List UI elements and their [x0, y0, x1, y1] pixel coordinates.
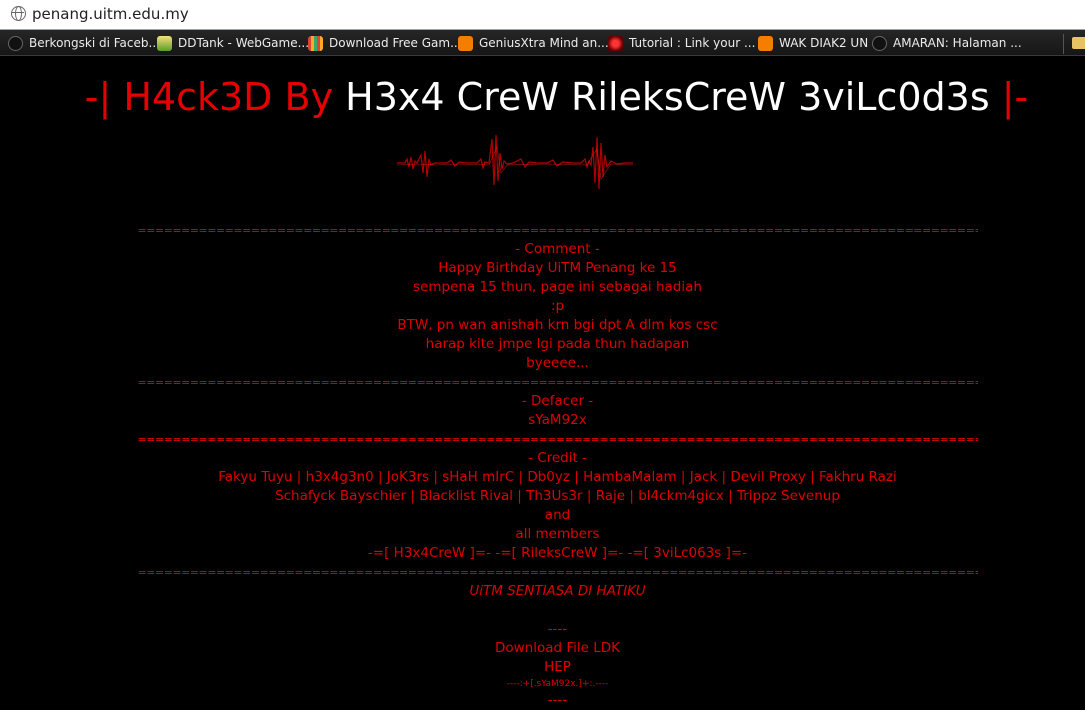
credit-heading: - Credit - [528, 450, 587, 466]
crew-tags: -=[ H3x4CreW ]=- -=[ RileksCreW ]=- -=[ … [367, 545, 748, 561]
url-text[interactable]: penang.uitm.edu.my [32, 5, 189, 23]
comment-line: byeeee... [526, 355, 589, 371]
blogger-icon [458, 35, 473, 51]
bookmark-ddtank[interactable]: DDTank - WebGame... [157, 34, 309, 52]
hep-link[interactable]: HEP [0, 658, 1085, 677]
separator-line: ========================================… [137, 566, 978, 579]
heartbeat-graphic [397, 134, 633, 190]
blogger-icon [758, 35, 773, 51]
page-title: -| H4ck3D By H3x4 CreW RileksCreW 3viLc0… [0, 70, 1085, 124]
bookmark-label: Download Free Gam... [329, 36, 462, 50]
separator-line: ========================================… [137, 224, 978, 237]
comment-line: harap kite jmpe lgi pada thun hadapan [425, 336, 690, 352]
credit-line: and [544, 507, 571, 523]
bookmark-label: WAK DIAK2 UN [779, 36, 869, 50]
dashes-text: ---- [547, 692, 568, 708]
comment-section: ========================================… [0, 221, 1085, 710]
title-end-mark: |- [1001, 75, 1029, 119]
bookmarks-divider [1063, 34, 1064, 54]
bookmark-download-free-games[interactable]: Download Free Gam... [308, 34, 462, 52]
bookmark-tutorial[interactable]: Tutorial : Link your ... [608, 34, 755, 52]
separator-line: ========================================… [137, 433, 978, 446]
bookmarks-bar: Berkongski di Faceb... DDTank - WebGame.… [0, 30, 1085, 56]
bookmark-label: Berkongski di Faceb... [29, 36, 160, 50]
separator-line: ========================================… [137, 376, 978, 389]
bookmark-label: AMARAN: Halaman ... [893, 36, 1022, 50]
comment-line: sempena 15 thun, page ini sebagai hadiah [413, 279, 702, 295]
comment-line: Happy Birthday UiTM Penang ke 15 [438, 260, 677, 276]
comment-line: :p [550, 298, 565, 314]
tutorial-icon [608, 35, 623, 51]
bookmark-berkongski[interactable]: Berkongski di Faceb... [8, 34, 160, 52]
defacer-name: sYaM92x [528, 412, 587, 428]
bookmark-geniusxtra[interactable]: GeniusXtra Mind an... [458, 34, 609, 52]
title-crew-names: H3x4 CreW RileksCreW 3viLc0d3s [345, 75, 990, 119]
bookmark-wak-diak2[interactable]: WAK DIAK2 UN [758, 34, 868, 52]
folder-icon [1072, 37, 1085, 49]
credit-line: Fakyu Tuyu | h3x4g3n0 | JoK3rs | sHaH mI… [218, 469, 897, 485]
comment-heading: - Comment - [515, 241, 600, 257]
defacer-heading: - Defacer - [521, 393, 594, 409]
download-game-icon [308, 35, 323, 51]
bookmark-amaran[interactable]: AMARAN: Halaman ... [872, 34, 1022, 52]
globe-icon [872, 35, 887, 51]
comment-line: BTW, pn wan anishah krn bgi dpt A dlm ko… [397, 317, 718, 333]
title-hacked-by: -| H4ck3D By [84, 75, 334, 119]
dashes-text: ---- [547, 621, 568, 637]
globe-icon [8, 35, 23, 51]
download-file-link[interactable]: Download File LDK [0, 639, 1085, 658]
ddtank-icon [157, 35, 172, 51]
bookmark-label: GeniusXtra Mind an... [479, 36, 609, 50]
address-bar[interactable]: penang.uitm.edu.my [0, 0, 1085, 30]
credit-line: Schafyck Bayschier | Blacklist Rival | T… [275, 488, 840, 504]
other-bookmarks[interactable] [1072, 34, 1085, 52]
signature-text: ----:+[.sYaM92x.]+:.---- [506, 679, 609, 689]
globe-icon [11, 6, 26, 21]
bookmark-label: Tutorial : Link your ... [629, 36, 756, 50]
credit-line: all members [515, 526, 600, 542]
motto-text: UiTM SENTIASA DI HATIKU [469, 583, 646, 599]
bookmark-label: DDTank - WebGame... [178, 36, 310, 50]
